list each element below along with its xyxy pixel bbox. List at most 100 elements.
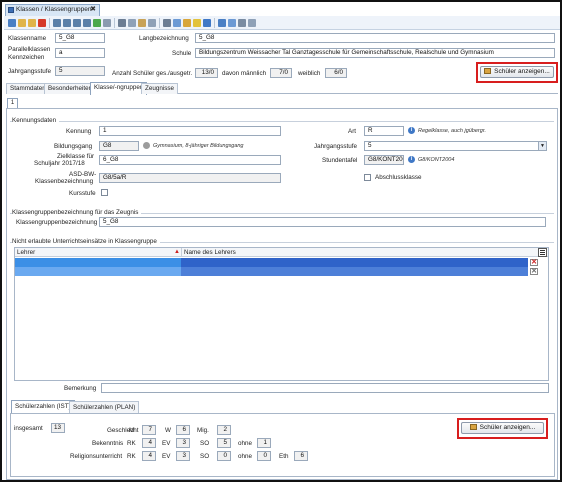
preview-icon[interactable] bbox=[173, 19, 181, 27]
art-field[interactable]: R bbox=[364, 126, 404, 136]
mig-value: 2 bbox=[217, 425, 231, 435]
bemerkung-field[interactable] bbox=[101, 383, 549, 393]
refresh-icon[interactable] bbox=[93, 19, 101, 27]
delete-record-icon[interactable] bbox=[38, 19, 46, 27]
new-icon[interactable] bbox=[18, 19, 26, 27]
filter-icon[interactable] bbox=[103, 19, 111, 27]
last-icon[interactable] bbox=[83, 19, 91, 27]
settings-icon[interactable] bbox=[238, 19, 246, 27]
students-icon bbox=[484, 68, 492, 74]
jahrgangsstufe-field: 5 bbox=[55, 66, 105, 76]
jahrgangsstufe-label: Jahrgangsstufe bbox=[8, 68, 52, 75]
bek-ev-label: EV bbox=[162, 440, 171, 447]
table-row[interactable]: ✕ bbox=[15, 267, 548, 276]
students-icon bbox=[469, 424, 477, 430]
m-label: M bbox=[129, 427, 135, 434]
schule-label: Schule bbox=[172, 50, 192, 57]
zielklasse-field[interactable]: 6_G8 bbox=[99, 155, 281, 165]
show-students-button-bottom[interactable]: Schüler anzeigen... bbox=[461, 422, 544, 434]
bildungsgang-hint: Gymnasium, 8-jähriger Bildungsgang bbox=[153, 143, 244, 149]
parallel-kennzeichen-field[interactable]: a bbox=[55, 48, 105, 58]
grid-header: Lehrer ▲ Name des Lehrers bbox=[15, 248, 548, 257]
asd-label-2: Klassenbezeichnung bbox=[35, 178, 94, 185]
rel-rk-label: RK bbox=[127, 453, 136, 460]
table-cell[interactable] bbox=[181, 267, 528, 276]
m-value: 7 bbox=[142, 425, 156, 435]
bildungsgang-field: G8 bbox=[99, 141, 139, 151]
religionsunterricht-label: Religionsunterricht bbox=[70, 453, 123, 460]
lightbulb-icon[interactable] bbox=[193, 19, 201, 27]
class-icon bbox=[8, 7, 14, 13]
kennzeichen-label: Kennzeichen bbox=[8, 54, 45, 61]
cut-icon[interactable] bbox=[118, 19, 126, 27]
col-name-des-lehrers[interactable]: Name des Lehrers bbox=[184, 249, 236, 256]
next-icon[interactable] bbox=[73, 19, 81, 27]
info-icon: i bbox=[408, 127, 415, 134]
rel-ev-value: 3 bbox=[176, 451, 190, 461]
col-lehrer[interactable]: Lehrer bbox=[17, 249, 35, 256]
toolbar bbox=[4, 16, 560, 30]
document-tab[interactable]: Klassen / Klassengruppen ✖ bbox=[5, 4, 100, 16]
art-hint: Regelklasse, auch jgübergr. bbox=[418, 128, 486, 134]
stundentafel-label: Stundentafel bbox=[322, 157, 358, 164]
toolbar-separator bbox=[159, 18, 160, 28]
document-tab-strip: Klassen / Klassengruppen ✖ bbox=[4, 4, 560, 16]
tab-schuelerzahlen-plan[interactable]: Schülerzahlen (PLAN) bbox=[69, 401, 140, 413]
bell-icon[interactable] bbox=[183, 19, 191, 27]
save-icon[interactable] bbox=[8, 19, 16, 27]
langbezeichnung-field[interactable]: 5_G8 bbox=[195, 33, 555, 43]
weiblich-label: weiblich bbox=[298, 70, 321, 77]
bek-ohne-value: 1 bbox=[257, 438, 271, 448]
bek-so-label: SO bbox=[200, 440, 210, 447]
prev-icon[interactable] bbox=[63, 19, 71, 27]
print-icon[interactable] bbox=[163, 19, 171, 27]
tab-besonderheiten[interactable]: Besonderheiten bbox=[44, 83, 97, 94]
close-icon[interactable]: ✖ bbox=[90, 5, 96, 15]
klassengruppenbezeichnung-field[interactable]: 5_G8 bbox=[99, 217, 546, 227]
kennung-field[interactable]: 1 bbox=[99, 126, 281, 136]
show-students-button-top[interactable]: Schüler anzeigen... bbox=[480, 66, 554, 78]
abschlussklasse-label: Abschlussklasse bbox=[375, 174, 422, 181]
zeugnis-group-title: Klassengruppenbezeichnung für das Zeugni… bbox=[12, 209, 142, 216]
bekenntnis-label: Bekenntnis bbox=[92, 440, 124, 447]
delete-row-icon[interactable]: ✕ bbox=[530, 268, 538, 275]
weiblich-value: 6/0 bbox=[325, 68, 347, 78]
tab-zeugnisse[interactable]: Zeugnisse bbox=[141, 83, 179, 94]
klassenname-field[interactable]: 5_G8 bbox=[55, 33, 105, 43]
rel-ev-label: EV bbox=[162, 453, 171, 460]
asd-klassenbezeichnung-field: G8/5a/R bbox=[99, 173, 281, 183]
paste-icon[interactable] bbox=[138, 19, 146, 27]
w-value: 6 bbox=[176, 425, 190, 435]
kursstufe-checkbox[interactable] bbox=[101, 189, 108, 196]
copy-icon[interactable] bbox=[128, 19, 136, 27]
einsatz-group-title: Nicht erlaubte Unterrichtseinsätze in Kl… bbox=[12, 238, 160, 245]
column-chooser-icon[interactable] bbox=[538, 248, 547, 257]
mig-label: Mig. bbox=[197, 427, 209, 434]
first-icon[interactable] bbox=[53, 19, 61, 27]
table-cell[interactable] bbox=[15, 267, 181, 276]
schule-field[interactable]: Bildungszentrum Weissacher Tal Ganztages… bbox=[195, 48, 555, 58]
table-row[interactable]: ✕ bbox=[15, 258, 548, 267]
copy-record-icon[interactable] bbox=[28, 19, 36, 27]
chevron-down-icon[interactable]: ▼ bbox=[538, 142, 546, 150]
subtab-1[interactable]: 1 bbox=[7, 98, 18, 108]
undo-icon[interactable] bbox=[148, 19, 156, 27]
list-icon[interactable] bbox=[228, 19, 236, 27]
abschlussklasse-checkbox[interactable] bbox=[364, 174, 371, 181]
tab-klassengruppen[interactable]: Klasse/-ngruppen bbox=[90, 82, 148, 95]
status-dot-icon bbox=[143, 142, 150, 149]
grid-icon[interactable] bbox=[218, 19, 226, 27]
export-icon[interactable] bbox=[248, 19, 256, 27]
table-cell[interactable] bbox=[181, 258, 528, 267]
toolbar-separator bbox=[214, 18, 215, 28]
tab-schuelerzahlen-ist[interactable]: Schülerzahlen (IST) bbox=[11, 400, 75, 413]
klassenname-label: Klassenname bbox=[8, 35, 47, 42]
jahrgangsstufe-select[interactable]: 5 bbox=[364, 141, 547, 151]
delete-row-icon[interactable]: ✕ bbox=[530, 259, 538, 266]
application-window: Klassen / Klassengruppen ✖ Klassenname 5… bbox=[0, 0, 562, 482]
help-icon[interactable] bbox=[203, 19, 211, 27]
info-icon: i bbox=[408, 156, 415, 163]
table-cell[interactable] bbox=[15, 258, 181, 267]
bek-rk-value: 4 bbox=[142, 438, 156, 448]
main-tabbar: Stammdaten Besonderheiten Klasse/-ngrupp… bbox=[6, 82, 558, 95]
